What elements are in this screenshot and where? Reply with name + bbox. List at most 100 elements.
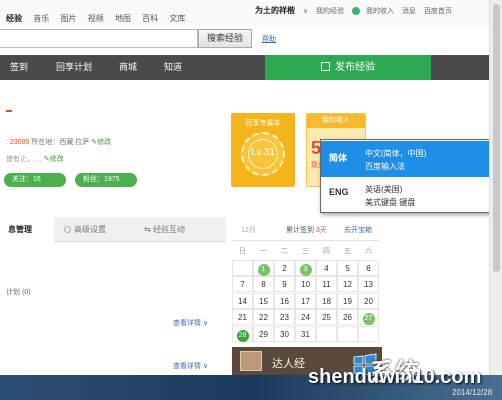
top-nav-map[interactable]: 地图 <box>115 14 131 23</box>
calendar-day[interactable]: 11 <box>316 276 337 292</box>
publish-experience-button[interactable]: 发布经验 <box>265 55 431 80</box>
top-nav-images[interactable]: 图片 <box>60 14 76 23</box>
ime-option-english[interactable]: ENG 英语(美国) 美式键盘 键盘 <box>321 177 497 213</box>
input-method-menu: 简体 中文(简体，中国) 百度输入法 ENG 英语(美国) 美式键盘 键盘 <box>320 139 498 213</box>
coin-icon <box>351 7 360 16</box>
calendar-weekday: 六 <box>365 248 372 255</box>
calendar-day[interactable]: 3 <box>295 259 316 276</box>
calendar-day[interactable]: 14 <box>232 292 253 309</box>
search-button[interactable]: 搜索经验 <box>198 29 252 48</box>
calendar-weekday: 三 <box>302 248 309 255</box>
view-details-link[interactable]: 查看详情 ∨ <box>173 361 208 371</box>
calendar-day[interactable]: 21 <box>232 309 253 325</box>
open-treasure-link[interactable]: 去开宝箱 <box>344 225 372 235</box>
tab-info-management[interactable]: 息管理 <box>0 217 54 242</box>
calendar-day[interactable]: 24 <box>295 309 316 325</box>
level-card[interactable]: 回享专属本 Lv.31 <box>231 113 295 187</box>
calendar-day <box>337 325 358 342</box>
calendar-month: 12月 <box>241 227 256 234</box>
ime-name: 百度输入法 <box>365 162 405 171</box>
calendar-weekday: 二 <box>281 248 288 255</box>
publish-label: 发布经验 <box>335 62 375 73</box>
ime-code: 简体 <box>329 153 348 163</box>
calendar-day[interactable]: 18 <box>316 292 337 309</box>
ime-language: 英语(美国) <box>365 185 403 194</box>
edit-icon <box>321 62 330 71</box>
calendar-day[interactable]: 17 <box>295 292 316 309</box>
profile-marker <box>6 110 12 112</box>
nav-share-plan[interactable]: 回享计划 <box>56 55 92 80</box>
fans-count-badge[interactable]: 粉丝：1975 <box>75 173 137 187</box>
nav-zhidao[interactable]: 知道 <box>164 55 182 80</box>
calendar-header: 12月 累计签到 3天 去开宝箱 <box>232 217 379 241</box>
calendar-day[interactable]: 8 <box>253 276 274 292</box>
calendar-day <box>316 325 337 342</box>
calendar-day[interactable]: 13 <box>358 276 379 292</box>
nav-mall[interactable]: 商城 <box>119 55 137 80</box>
user-links: 为土的祥楷 ∨ 我的经验 我的收入 消息 百度首页 <box>255 5 458 16</box>
top-nav-experience[interactable]: 经验 <box>6 14 22 23</box>
calendar-day[interactable]: 29 <box>253 325 274 342</box>
income-card-title: 我的收入 <box>307 114 365 128</box>
top-nav-music[interactable]: 音乐 <box>33 14 49 23</box>
profile-tabs: 息管理 高级设置 ⇆ 经验互动 <box>0 217 226 242</box>
calendar-day[interactable]: 6 <box>358 259 379 276</box>
calendar-day[interactable]: 10 <box>295 276 316 292</box>
baidu-home-link[interactable]: 百度首页 <box>424 8 452 15</box>
profile-stats: : 23095 所在地：西藏 拉萨 ✎修改 <box>6 139 112 146</box>
calendar-day[interactable]: 26 <box>337 309 358 325</box>
calendar-day[interactable]: 5 <box>337 259 358 276</box>
calendar-weekday: 五 <box>344 248 351 255</box>
calendar-day[interactable]: 27 <box>358 309 379 325</box>
signature-text: 使有止，, ,, <box>6 156 42 163</box>
calendar-weekday: 四 <box>323 248 330 255</box>
top-nav-video[interactable]: 视频 <box>88 14 104 23</box>
username-link[interactable]: 为土的祥楷 <box>255 6 295 15</box>
calendar-day[interactable]: 16 <box>274 292 295 309</box>
calendar-day[interactable]: 25 <box>316 309 337 325</box>
plan-label: 计划 (0) <box>6 289 31 296</box>
chevron-down-icon: ∨ <box>202 320 209 327</box>
profile-signature: 使有止，, ,, ✎修改 <box>6 154 64 164</box>
calendar-day[interactable]: 22 <box>253 309 274 325</box>
calendar-day[interactable]: 19 <box>337 292 358 309</box>
stats-count: 23095 <box>9 139 30 146</box>
calendar-day[interactable]: 28 <box>232 325 253 342</box>
tab-experience-interaction[interactable]: ⇆ 经验互动 <box>144 217 224 242</box>
chevron-down-icon: ∨ <box>202 363 209 370</box>
calendar-day[interactable]: 30 <box>274 325 295 342</box>
calendar-day[interactable]: 12 <box>337 276 358 292</box>
nav-checkin[interactable]: 签到 <box>10 55 28 80</box>
ime-language: 中文(简体，中国) <box>365 149 427 158</box>
tab-advanced-settings[interactable]: 高级设置 <box>64 217 134 242</box>
my-experience-link[interactable]: 我的经验 <box>316 8 344 15</box>
level-value: Lv.31 <box>251 147 275 158</box>
calendar-day[interactable]: 15 <box>253 292 274 309</box>
calendar-day[interactable]: 2 <box>274 259 295 276</box>
my-income-link[interactable]: 我的收入 <box>366 8 394 15</box>
top-nav-wenku[interactable]: 文库 <box>169 14 185 23</box>
calendar-day[interactable]: 4 <box>316 259 337 276</box>
ime-option-chinese[interactable]: 简体 中文(简体，中国) 百度输入法 <box>321 141 497 177</box>
calendar-day[interactable]: 23 <box>274 309 295 325</box>
view-details-link[interactable]: 查看详情 ∨ <box>173 318 208 328</box>
banner-text: 达人经 <box>272 357 305 370</box>
chevron-down-icon[interactable]: ∨ <box>303 8 308 15</box>
calendar-day[interactable]: 9 <box>274 276 295 292</box>
ime-code: ENG <box>329 187 349 197</box>
edit-signature-link[interactable]: ✎修改 <box>44 156 64 163</box>
vertical-scrollbar[interactable] <box>489 0 502 375</box>
follow-count-badge[interactable]: 关注：16 <box>4 173 66 187</box>
help-link[interactable]: 帮助 <box>262 34 276 44</box>
calendar-day[interactable]: 20 <box>358 292 379 309</box>
top-nav-baike[interactable]: 百科 <box>142 14 158 23</box>
calendar-day[interactable]: 31 <box>295 325 316 342</box>
calendar-day[interactable]: 7 <box>232 276 253 292</box>
calendar-day[interactable]: 1 <box>253 259 274 276</box>
scrollbar-thumb[interactable] <box>493 4 500 272</box>
watermark-url: shenduwin10.com <box>308 366 482 388</box>
messages-link[interactable]: 消息 <box>402 8 416 15</box>
search-input[interactable] <box>0 29 198 48</box>
edit-location-link[interactable]: ✎修改 <box>91 139 111 146</box>
signed-days-label: 累计签到 3天 <box>286 227 327 234</box>
